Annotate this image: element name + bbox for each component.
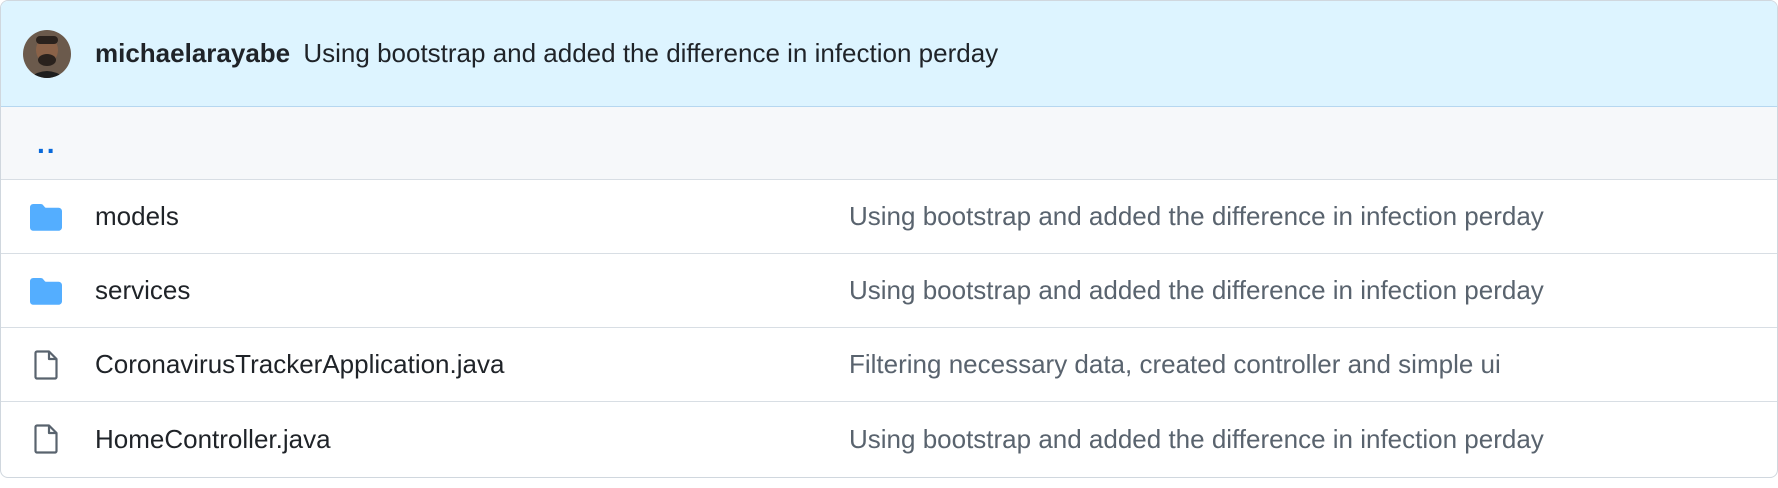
commit-author[interactable]: michaelarayabe: [95, 38, 290, 68]
file-list: models Using bootstrap and added the dif…: [1, 180, 1777, 476]
file-row-home-controller[interactable]: HomeController.java Using bootstrap and …: [1, 402, 1777, 476]
file-row-models[interactable]: models Using bootstrap and added the dif…: [1, 180, 1777, 254]
avatar[interactable]: [23, 29, 71, 78]
file-name[interactable]: models: [95, 201, 179, 232]
file-commit-message[interactable]: Using bootstrap and added the difference…: [849, 424, 1544, 455]
folder-icon: [29, 200, 63, 234]
file-commit-message[interactable]: Filtering necessary data, created contro…: [849, 349, 1501, 380]
file-icon: [29, 422, 63, 456]
file-commit-message[interactable]: Using bootstrap and added the difference…: [849, 201, 1544, 232]
commit-message[interactable]: Using bootstrap and added the difference…: [303, 38, 998, 68]
file-row-services[interactable]: services Using bootstrap and added the d…: [1, 254, 1777, 328]
latest-commit-bar: michaelarayabe Using bootstrap and added…: [1, 1, 1777, 107]
commit-summary: michaelarayabe Using bootstrap and added…: [95, 38, 998, 69]
file-row-coronavirus-tracker-application[interactable]: CoronavirusTrackerApplication.java Filte…: [1, 328, 1777, 402]
file-name[interactable]: CoronavirusTrackerApplication.java: [95, 349, 504, 380]
file-commit-message[interactable]: Using bootstrap and added the difference…: [849, 275, 1544, 306]
parent-directory-link[interactable]: ..: [37, 128, 57, 160]
file-browser: michaelarayabe Using bootstrap and added…: [0, 0, 1778, 478]
file-icon: [29, 348, 63, 382]
folder-icon: [29, 274, 63, 308]
parent-directory-row[interactable]: ..: [1, 107, 1777, 180]
file-name[interactable]: services: [95, 275, 190, 306]
file-name[interactable]: HomeController.java: [95, 424, 331, 455]
